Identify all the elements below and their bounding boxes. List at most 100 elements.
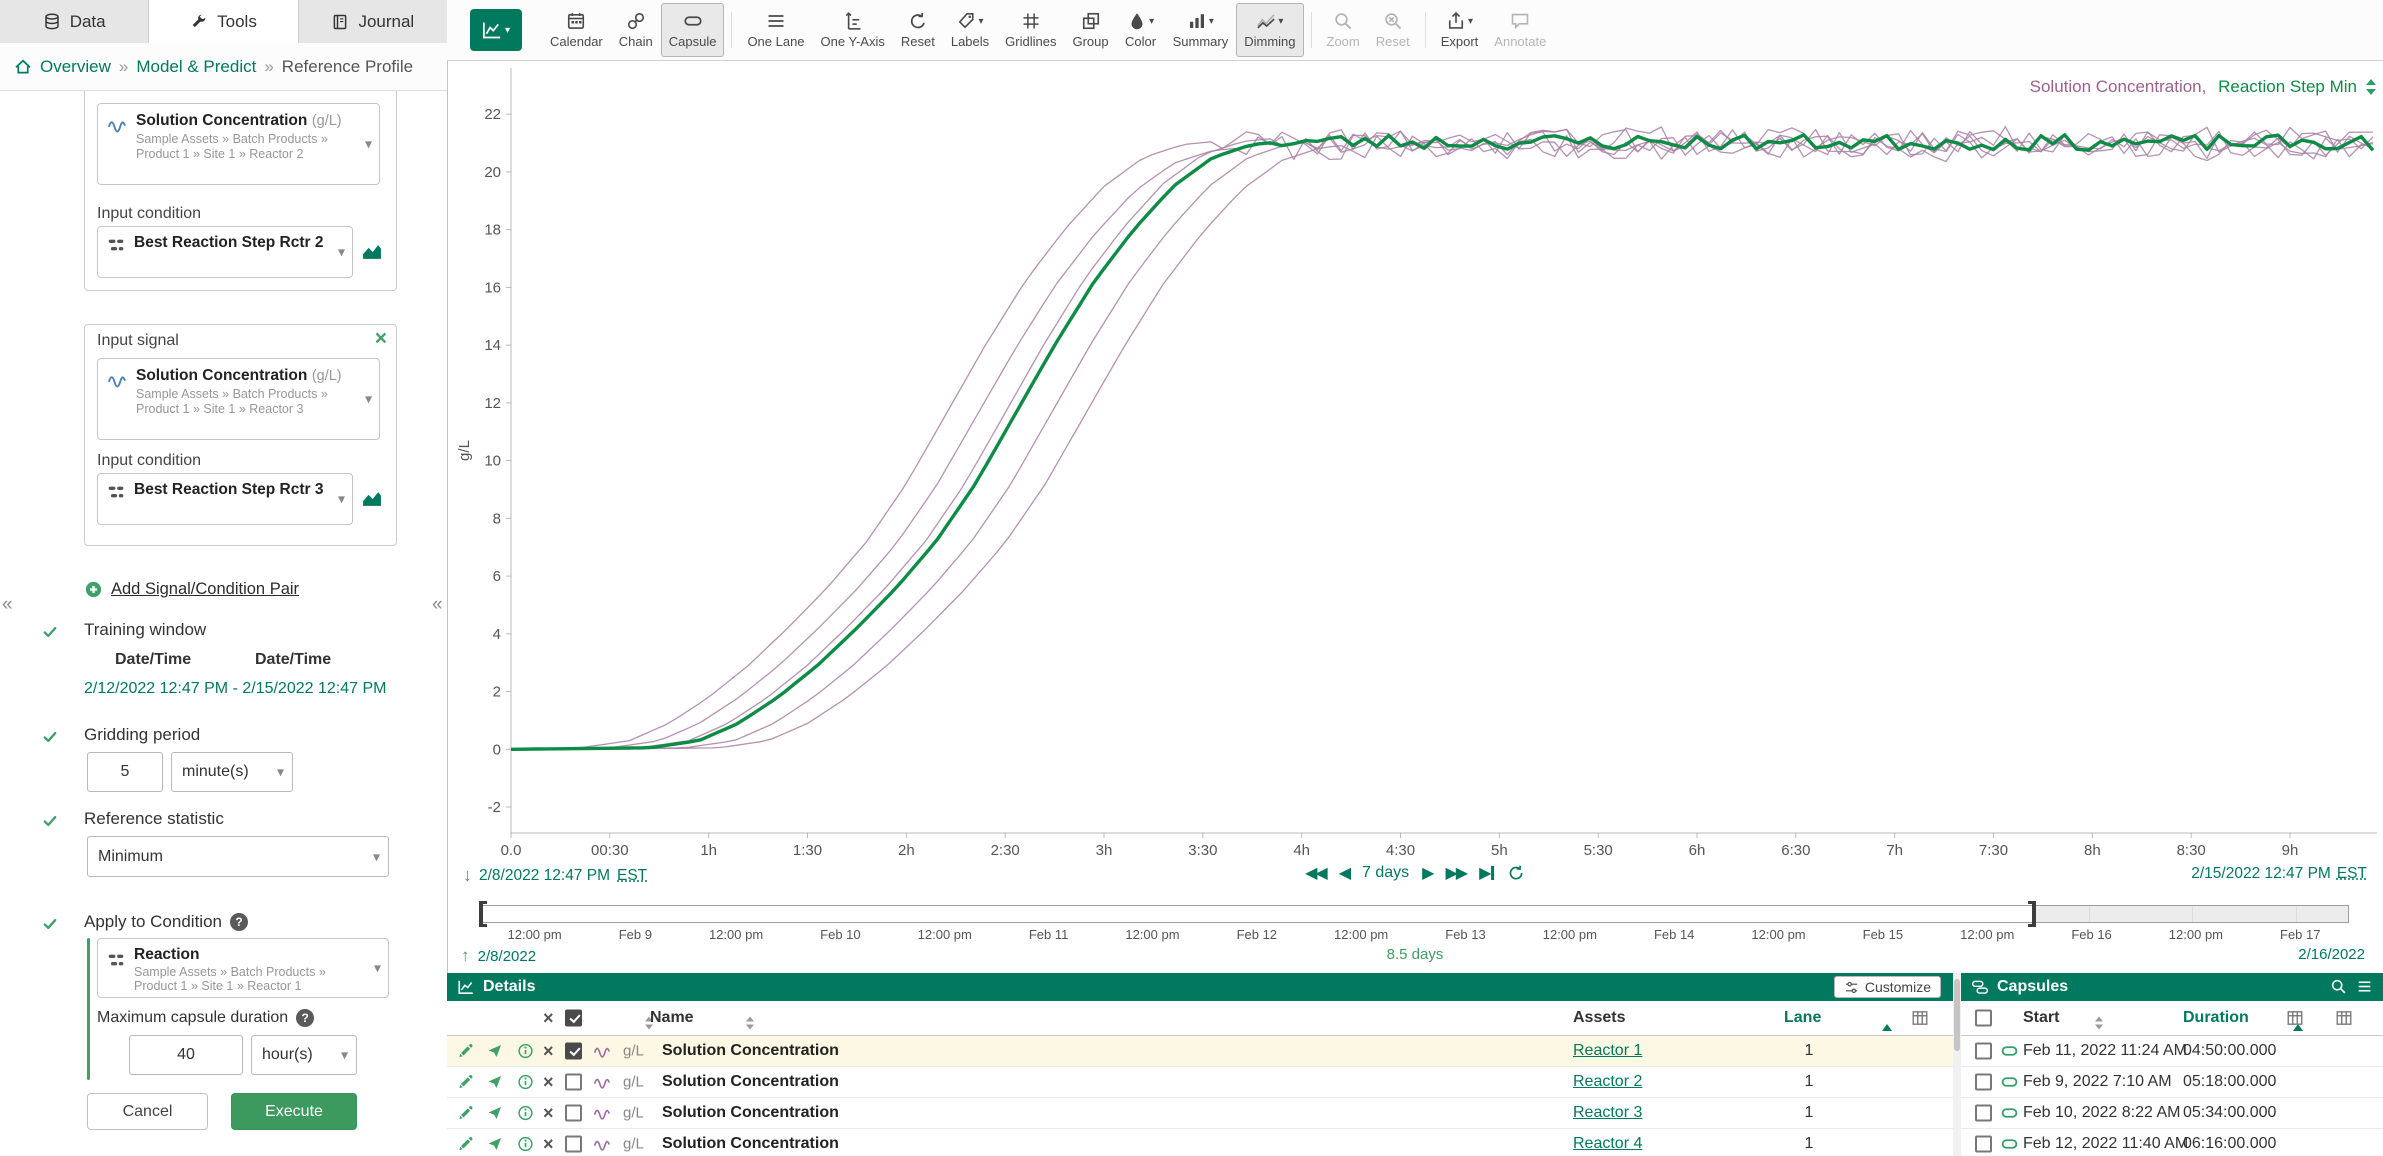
add-column-icon[interactable] [2286,1009,2304,1027]
help-icon[interactable]: ? [296,1009,314,1027]
remove-all-icon[interactable]: × [543,1011,554,1025]
navigate-icon[interactable] [487,1074,503,1090]
navigate-icon[interactable] [487,1043,503,1059]
row-checkbox[interactable] [1975,1105,1992,1122]
details-row[interactable]: × g/L Solution Concentration Reactor 2 1 [447,1067,1953,1098]
refresh-icon[interactable] [1507,864,1525,882]
timeline-bar[interactable] [479,905,2349,923]
help-icon[interactable]: ? [230,913,248,931]
trend-chart[interactable]: 2220181614121086420-20.000:301h1:302h2:3… [447,61,2383,861]
select-all-checkbox[interactable] [1975,1010,1992,1027]
row-checkbox[interactable] [1975,1074,1992,1091]
cancel-button[interactable]: Cancel [87,1093,208,1130]
menu-icon[interactable] [2356,978,2373,995]
trend-view-dropdown[interactable]: ▾ [470,9,522,51]
details-scrollbar[interactable] [1953,973,1961,1156]
trend-plot[interactable]: 2220181614121086420-20.000:301h1:302h2:3… [447,61,2383,861]
toolbar-button-export[interactable]: ▾ Export [1433,3,1487,57]
toolbar-button-color[interactable]: ▾ Color [1117,3,1165,57]
display-range-start[interactable]: 2/8/2022 12:47 PM [479,867,610,885]
training-start-datetime[interactable]: 2/12/2022 12:47 PM [84,680,228,697]
row-checkbox[interactable] [565,1136,582,1153]
toolbar-button-chain[interactable]: Chain [611,3,661,57]
column-header-assets[interactable]: Assets [1573,1009,1625,1027]
column-header-name[interactable]: Name [650,1009,694,1027]
timeline-start-date[interactable]: 2/8/2022 [478,948,536,965]
remove-icon[interactable]: × [543,1075,554,1089]
tab-data[interactable]: Data [0,0,148,43]
capsule-row[interactable]: Feb 11, 2022 11:24 AM 04:50:00.000 [1961,1036,2383,1067]
preview-trend-button[interactable] [361,240,385,264]
search-icon[interactable] [2330,978,2347,995]
gridding-period-input[interactable] [87,752,163,792]
gridding-period-unit-select[interactable]: minute(s) ▾ [171,752,293,792]
edit-icon[interactable] [457,1136,474,1153]
select-all-checkbox[interactable] [565,1010,582,1027]
row-checkbox[interactable] [565,1043,582,1060]
apply-to-condition-select[interactable]: Reaction Sample Assets » Batch Products … [97,938,389,998]
sort-icon[interactable] [745,1016,755,1031]
collapse-panel-icon[interactable]: « [2,594,13,616]
timeline-end-date[interactable]: 2/16/2022 [2298,946,2365,963]
timeline-right-handle[interactable] [2032,901,2036,927]
toolbar-button-dimming[interactable]: ▾ Dimming [1236,3,1303,57]
collapse-panel-icon[interactable]: « [432,594,443,616]
training-end-datetime[interactable]: 2/15/2022 12:47 PM [242,680,386,697]
asset-link[interactable]: Reactor 1 [1573,1042,1642,1060]
capsule-row[interactable]: Feb 9, 2022 7:10 AM 05:18:00.000 [1961,1067,2383,1098]
preview-trend-button[interactable] [361,487,385,511]
column-header-start[interactable]: Start [2023,1009,2059,1027]
timezone-link[interactable]: EST [2337,865,2367,883]
timezone-link[interactable]: EST [617,867,647,885]
display-range-duration-button[interactable]: 7 days [1362,864,1409,882]
asset-link[interactable]: Reactor 2 [1573,1073,1642,1091]
toolbar-button-one-y-axis[interactable]: One Y-Axis [813,3,893,57]
row-checkbox[interactable] [565,1074,582,1091]
toolbar-button-calendar[interactable]: Calendar [542,3,611,57]
timeline-selected-range[interactable] [480,906,2036,922]
column-config-icon[interactable] [2335,1009,2353,1027]
step-back-half-icon[interactable]: ◀ [1339,863,1349,883]
info-icon[interactable] [517,1074,534,1091]
reference-statistic-select[interactable]: Minimum ▾ [87,836,389,877]
max-capsule-duration-unit-select[interactable]: hour(s) ▾ [251,1035,357,1075]
column-header-duration[interactable]: Duration [2183,1009,2249,1027]
toolbar-button-gridlines[interactable]: Gridlines [997,3,1064,57]
input-signal-select-1[interactable]: Solution Concentration (g/L) Sample Asse… [97,103,380,185]
row-checkbox[interactable] [1975,1043,1992,1060]
toolbar-button-group[interactable]: Group [1064,3,1116,57]
display-range-end[interactable]: 2/15/2022 12:47 PM [2191,865,2331,883]
input-condition-select-1[interactable]: Best Reaction Step Rctr 2 ▾ [97,226,353,278]
details-row[interactable]: × g/L Solution Concentration Reactor 1 1 [447,1036,1953,1067]
column-header-lane[interactable]: Lane [1784,1009,1821,1027]
edit-icon[interactable] [457,1074,474,1091]
toolbar-button-one-lane[interactable]: One Lane [739,3,812,57]
asset-link[interactable]: Reactor 4 [1573,1135,1642,1153]
customize-button[interactable]: Customize [1834,976,1941,998]
remove-icon[interactable]: × [543,1044,554,1058]
info-icon[interactable] [517,1105,534,1122]
sort-icon[interactable] [2094,1016,2104,1031]
remove-icon[interactable]: × [543,1106,554,1120]
edit-icon[interactable] [457,1105,474,1122]
tab-journal[interactable]: Journal [298,0,447,43]
remove-pair-icon[interactable]: × [375,330,387,348]
lane-resize-icon[interactable] [2365,79,2377,95]
remove-icon[interactable]: × [543,1137,554,1151]
capsule-row[interactable]: Feb 10, 2022 8:22 AM 05:34:00.000 [1961,1098,2383,1129]
home-icon[interactable] [14,58,32,76]
details-row[interactable]: × g/L Solution Concentration Reactor 3 1 [447,1098,1953,1129]
toolbar-button-capsule[interactable]: Capsule [661,3,725,57]
toolbar-button-summary[interactable]: ▾ Summary [1165,3,1237,57]
input-condition-select-2[interactable]: Best Reaction Step Rctr 3 ▾ [97,473,353,525]
step-forward-half-icon[interactable]: ▶ [1422,863,1432,883]
timeline-left-handle[interactable] [479,901,483,927]
toolbar-button-labels[interactable]: ▾ Labels [943,3,997,57]
breadcrumb-overview[interactable]: Overview [40,57,111,77]
capsule-row[interactable]: Feb 12, 2022 11:40 AM 06:16:00.000 [1961,1129,2383,1156]
info-icon[interactable] [517,1043,534,1060]
step-forward-full-icon[interactable]: ▶▶ [1445,863,1466,883]
column-config-icon[interactable] [1911,1009,1929,1027]
row-checkbox[interactable] [565,1105,582,1122]
asset-link[interactable]: Reactor 3 [1573,1104,1642,1122]
